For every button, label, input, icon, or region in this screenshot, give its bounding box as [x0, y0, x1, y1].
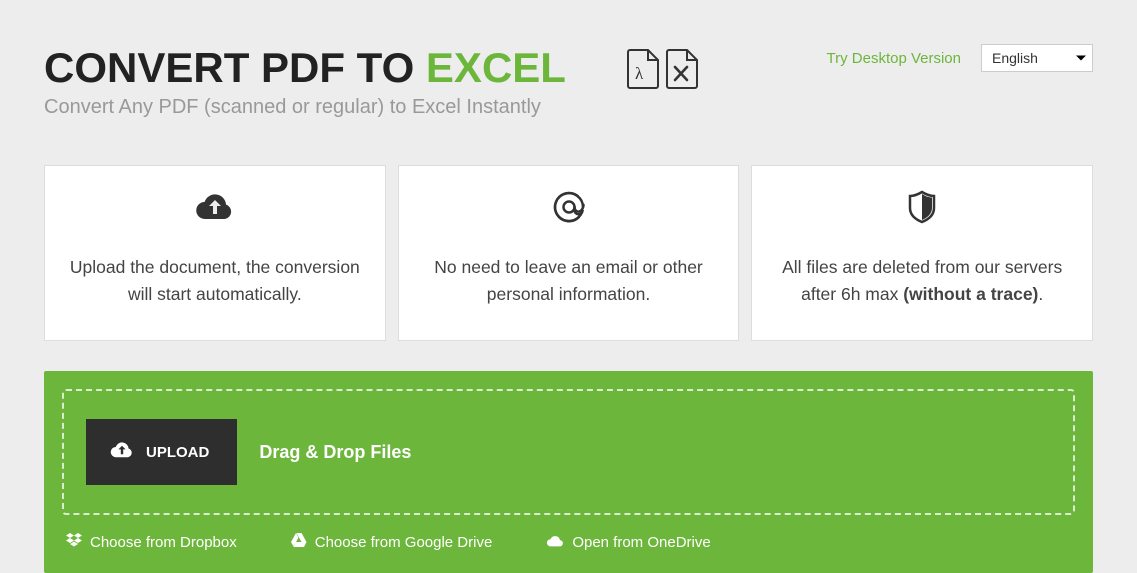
card-text: All files are deleted from our servers a…	[772, 254, 1072, 308]
drop-zone[interactable]: UPLOAD Drag & Drop Files	[62, 389, 1075, 515]
card-text: Upload the document, the conversion will…	[65, 254, 365, 308]
google-drive-icon	[291, 533, 307, 551]
choose-onedrive-link[interactable]: Open from OneDrive	[546, 533, 710, 551]
info-card-privacy: All files are deleted from our servers a…	[751, 165, 1093, 341]
try-desktop-link[interactable]: Try Desktop Version	[827, 50, 962, 67]
drop-label: Drag & Drop Files	[259, 442, 411, 463]
chevron-down-icon	[1076, 56, 1086, 61]
upload-button-label: UPLOAD	[146, 444, 209, 461]
language-select[interactable]: English	[981, 44, 1093, 72]
cloud-upload-icon	[110, 441, 134, 463]
shield-icon	[907, 190, 937, 224]
at-sign-icon	[551, 190, 587, 224]
cloud-upload-icon	[195, 190, 235, 224]
onedrive-icon	[546, 534, 564, 551]
page-title: CONVERT PDF TO EXCEL	[44, 44, 566, 92]
page-subtitle: Convert Any PDF (scanned or regular) to …	[44, 96, 566, 119]
language-selected-value: English	[992, 50, 1038, 66]
info-card-upload: Upload the document, the conversion will…	[44, 165, 386, 341]
card-text: No need to leave an email or other perso…	[419, 254, 719, 308]
svg-text:λ: λ	[635, 64, 644, 83]
upload-panel: UPLOAD Drag & Drop Files Choose from Dro…	[44, 371, 1093, 573]
source-label: Choose from Dropbox	[90, 534, 237, 551]
pdf-excel-icon: λ	[626, 48, 700, 90]
choose-gdrive-link[interactable]: Choose from Google Drive	[291, 533, 493, 551]
upload-button[interactable]: UPLOAD	[86, 419, 237, 485]
source-label: Open from OneDrive	[572, 534, 710, 551]
choose-dropbox-link[interactable]: Choose from Dropbox	[66, 533, 237, 551]
info-card-noemail: No need to leave an email or other perso…	[398, 165, 740, 341]
source-label: Choose from Google Drive	[315, 534, 493, 551]
dropbox-icon	[66, 533, 82, 551]
